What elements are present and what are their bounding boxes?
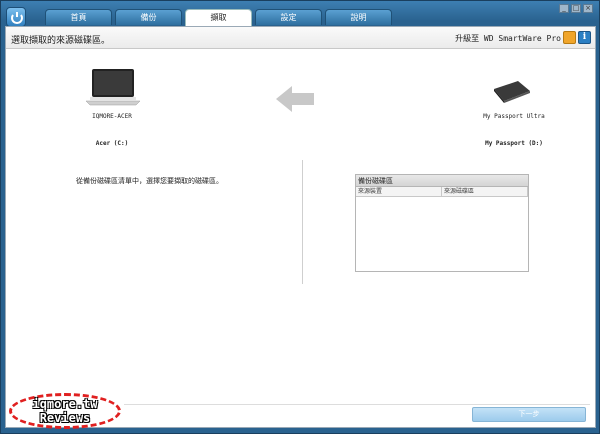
external-drive-icon[interactable] — [490, 79, 532, 105]
divider — [302, 160, 303, 284]
watermark: iqmore.tw Reviews — [9, 393, 121, 429]
tab-help[interactable]: 說明 — [325, 9, 392, 25]
column-source-device[interactable]: 來源裝置 — [356, 187, 442, 196]
maximize-icon[interactable]: □ — [571, 4, 581, 13]
computer-name: IQMORE-ACER — [92, 113, 132, 120]
wrench-icon[interactable] — [563, 31, 576, 44]
info-icon[interactable]: i — [578, 31, 591, 44]
device-name: My Passport Ultra — [483, 113, 545, 120]
app-window: _ □ × 首頁 備份 擷取 設定 說明 選取擷取的來源磁碟區。 升級至 WD … — [0, 0, 600, 434]
upgrade-link[interactable]: 升級至 WD SmartWare Pro — [455, 33, 561, 44]
source-drive-label: Acer (C:) — [95, 140, 129, 147]
content-panel: 選取擷取的來源磁碟區。 升級至 WD SmartWare Pro i IQMOR… — [5, 26, 596, 428]
backup-volume-list[interactable]: 備份磁碟區 來源裝置 來源磁碟區 — [355, 174, 529, 272]
backup-list-header: 來源裝置 來源磁碟區 — [356, 187, 528, 197]
header-bar: 選取擷取的來源磁碟區。 升級至 WD SmartWare Pro i — [6, 27, 595, 49]
page-prompt: 選取擷取的來源磁碟區。 — [11, 36, 111, 46]
watermark-line1: iqmore.tw — [32, 397, 98, 411]
column-source-volume[interactable]: 來源磁碟區 — [442, 187, 528, 196]
footer-divider — [124, 404, 590, 405]
tab-retrieve[interactable]: 擷取 — [185, 9, 252, 26]
instruction-text: 從備份磁碟區清單中，選擇您要擷取的磁碟區。 — [76, 177, 223, 185]
arrow-left-icon — [276, 86, 314, 112]
tab-backup[interactable]: 備份 — [115, 9, 182, 25]
minimize-icon[interactable]: _ — [559, 4, 569, 13]
tab-home[interactable]: 首頁 — [45, 9, 112, 25]
destination-drive-label: My Passport (D:) — [485, 140, 543, 147]
laptop-icon[interactable] — [84, 67, 142, 111]
window-controls: _ □ × — [559, 4, 593, 13]
wd-app-icon — [6, 7, 26, 27]
close-icon[interactable]: × — [583, 4, 593, 13]
next-button[interactable]: 下一步 — [472, 407, 586, 422]
backup-list-title: 備份磁碟區 — [356, 175, 528, 187]
watermark-line2: Reviews — [39, 411, 91, 425]
main-tabs: 首頁 備份 擷取 設定 說明 — [45, 9, 392, 26]
tab-settings[interactable]: 設定 — [255, 9, 322, 25]
